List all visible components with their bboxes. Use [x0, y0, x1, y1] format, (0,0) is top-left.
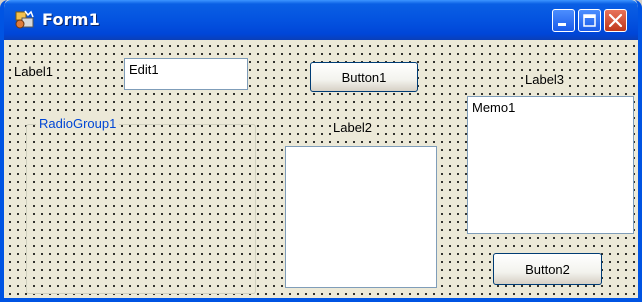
app-icon [15, 10, 34, 29]
edit1-value: Edit1 [129, 62, 159, 77]
memo1-text: Memo1 [472, 100, 516, 115]
button1[interactable]: Button1 [310, 62, 418, 92]
button2[interactable]: Button2 [493, 253, 602, 285]
memo1[interactable]: Memo1 [467, 96, 634, 234]
minimize-icon [558, 23, 566, 26]
title-bar[interactable]: Form1 [4, 0, 638, 40]
label1: Label1 [13, 64, 55, 79]
close-icon [608, 13, 623, 28]
maximize-icon [583, 14, 596, 27]
close-button[interactable] [604, 9, 627, 32]
radiogroup1-caption: RadioGroup1 [36, 116, 120, 131]
label2-box [285, 146, 437, 288]
label3: Label3 [524, 72, 566, 87]
minimize-button[interactable] [552, 9, 575, 32]
window-title: Form1 [42, 10, 100, 29]
edit1-field[interactable]: Edit1 [124, 58, 248, 90]
form-window: Form1 Label1 Edit1 Button1 Label3 Label2 [0, 0, 642, 302]
label2: Label2 [332, 120, 374, 135]
maximize-button[interactable] [578, 9, 601, 32]
form-client-area: Label1 Edit1 Button1 Label3 Label2 Radio… [4, 40, 638, 298]
radiogroup1[interactable] [26, 124, 256, 294]
